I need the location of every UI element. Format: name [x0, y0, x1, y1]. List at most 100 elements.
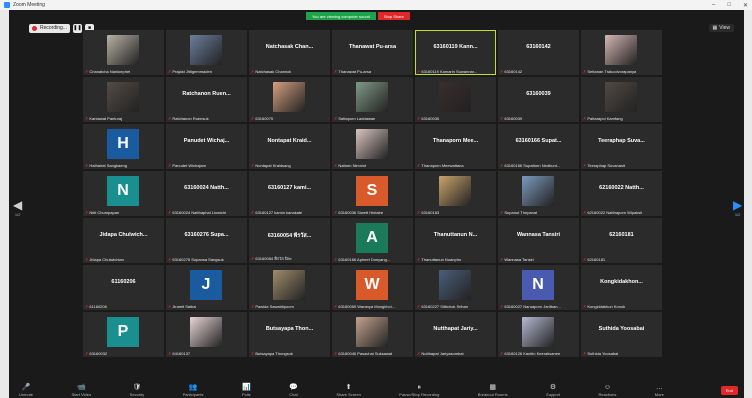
participant-tile[interactable]: ✗ Kantawat Panturaj [83, 77, 164, 122]
participant-tile[interactable]: Jidapa Chulwich... ✗ Jidapa Chulwichian [83, 218, 164, 263]
toolbar-polls-button[interactable]: 📊 Polls [242, 383, 251, 397]
toolbar-share-screen-button[interactable]: ⬆ Share Screen [336, 383, 360, 397]
participant-photo [605, 35, 637, 65]
participant-tile[interactable]: 63160127 kami... ✗ 63160127 kamin kanakate [249, 171, 330, 216]
participant-tile[interactable]: ✗ Pawida Sawatdipoom [249, 265, 330, 310]
muted-mic-icon: ✗ [583, 210, 587, 215]
participant-tile[interactable]: ✗ 63160075 [249, 77, 330, 122]
participant-name: 63160027 Naruaporn Jaritban... [504, 304, 561, 309]
participant-tile[interactable]: Natchasak Chan... ✗ Natchasak Channok [249, 30, 330, 75]
window-title: Zoom Meeting [13, 2, 45, 8]
participant-tile[interactable]: 63160166 Supat... ✗ 63160166 Supattorn Ned… [498, 124, 579, 169]
window-controls: – □ ✕ [712, 0, 748, 10]
participant-name: 63160119 Kamarin Suwannar... [421, 69, 478, 74]
toolbar-reactions-button[interactable]: ☺ Reactions [599, 383, 617, 397]
toolbar-participants-button[interactable]: 👥 Participants [183, 383, 204, 397]
toolbar-security-button[interactable]: 🛡 Security [130, 383, 144, 397]
next-page-button[interactable]: ▶ 1/2 [733, 198, 742, 217]
participant-tile[interactable]: ✗ Prajakt Jittigemmaden [166, 30, 247, 75]
participant-tile[interactable]: ✗ 63160046 Pasachai Suksawat [332, 312, 413, 357]
participant-tile[interactable]: Butsayapa Thon... ✗ Butsayapa Thongsuk [249, 312, 330, 357]
participant-photo [522, 317, 554, 347]
toolbar-start-video-button[interactable]: 📹 Start Video [71, 383, 91, 397]
title-bar: Zoom Meeting – □ ✕ [0, 0, 752, 10]
participant-tile[interactable]: N ✗ Nitit Chumpapan [83, 171, 164, 216]
participant-tile[interactable]: J ✗ Jiramit Saibal [166, 265, 247, 310]
participant-name: 63160036 Siwett Hintaire [338, 210, 384, 215]
participant-name: Kongkidakhun Konok [587, 304, 626, 309]
toolbar-unmute-button[interactable]: 🎤 Unmute [19, 383, 33, 397]
muted-mic-icon: ✗ [583, 163, 587, 168]
participant-name-label: ✗ 63160035 [417, 116, 439, 121]
muted-mic-icon: ✗ [500, 351, 504, 356]
participant-tile[interactable]: Teeraphap Suva... ✗ Teeraphap Suvanasit [581, 124, 662, 169]
participant-tile[interactable]: ✗ Sattaporn Laddawan [332, 77, 413, 122]
participant-name: Wannasa Tansiri [504, 257, 534, 262]
pause-recording-button[interactable]: ❚❚ [72, 23, 82, 33]
stop-share-button[interactable]: Stop Share [377, 12, 410, 20]
participant-tile[interactable]: ✗ Chanatcha Narkkephet [83, 30, 164, 75]
previous-page-button[interactable]: ◀ 1/2 [13, 198, 22, 217]
participant-display-name: Nontapat Kraid... [267, 138, 312, 144]
toolbar-pause-stop-recording-button[interactable]: ⏸ Pause/Stop Recording [399, 383, 439, 397]
participant-tile[interactable]: S ✗ 63160036 Siwett Hintaire [332, 171, 413, 216]
participant-tile[interactable]: P ✗ 63160032 [83, 312, 164, 357]
participant-tile[interactable]: ✗ Pattarapol Kamfang [581, 77, 662, 122]
participant-tile[interactable]: Nutthapat Jariy... ✗ Nutthapat Jariyasomba… [415, 312, 496, 357]
close-button[interactable]: ✕ [743, 2, 748, 9]
participant-tile[interactable]: ✗ Nattorn Nimnint [332, 124, 413, 169]
participant-tile[interactable]: Wannasa Tansiri ✗ Wannasa Tansiri [498, 218, 579, 263]
muted-mic-icon: ✗ [583, 69, 587, 74]
participant-tile[interactable]: 62160181 ✗ 62160181 [581, 218, 662, 263]
participant-photo [605, 82, 637, 112]
muted-mic-icon: ✗ [417, 163, 421, 168]
participant-tile[interactable]: ✗ Supanut Thepanat [498, 171, 579, 216]
participant-tile[interactable]: 63160039 ✗ 63160039 [498, 77, 579, 122]
muted-mic-icon: ✗ [168, 210, 172, 215]
participant-tile[interactable]: 63160054 พีรวัส... ✗ 63160054 พีรวัส ปิยะ [249, 218, 330, 263]
participant-tile[interactable]: ✗ Settanan Trakoolvorapanya [581, 30, 662, 75]
participant-tile[interactable]: Panudet Wichaj... ✗ Panudet Wichajarn [166, 124, 247, 169]
toolbar-more-button[interactable]: … More [655, 383, 664, 397]
participant-tile[interactable]: H ✗ Hathairat Sangkaeng [83, 124, 164, 169]
toolbar-breakout-rooms-button[interactable]: ▦ Breakout Rooms [478, 383, 508, 397]
minimize-button[interactable]: – [712, 2, 715, 8]
participant-tile[interactable]: ✗ 64160137 [166, 312, 247, 357]
participant-display-name: 63160054 พีรวัส... [267, 233, 312, 239]
participant-tile[interactable]: Suthida Yoosabai ✗ Suthida Yoosabai [581, 312, 662, 357]
participant-tile[interactable]: 61160206 ✗ 61160206 [83, 265, 164, 310]
participant-tile[interactable]: 62160022 Natth... ✗ 62160022 Natthaporn Wi… [581, 171, 662, 216]
maximize-button[interactable]: □ [727, 2, 731, 8]
participant-tile[interactable]: 63160142 ✗ 63160142 [498, 30, 579, 75]
muted-mic-icon: ✗ [85, 351, 89, 356]
participant-tile[interactable]: 63160276 Supa... ✗ 63160276 Supansa Sangsu… [166, 218, 247, 263]
end-meeting-button[interactable]: End [720, 386, 738, 395]
participant-tile[interactable]: Thanaporn Mee... ✗ Thanaporn Meewattana [415, 124, 496, 169]
participant-tile[interactable]: A ✗ 63160166 Apheet Donyang... [332, 218, 413, 263]
participant-tile[interactable]: N ✗ 63160027 Naruaporn Jaritban... [498, 265, 579, 310]
participant-tile[interactable]: Ratchanon Ruen... ✗ Ratchanon Ruensuk [166, 77, 247, 122]
muted-mic-icon: ✗ [85, 69, 89, 74]
participant-tile[interactable]: Thanawat Pu-arsa ✗ Thanawat Pu-arsa [332, 30, 413, 75]
participant-tile[interactable]: Thanuttanun N... ✗ Thanuttanun Nuanpho [415, 218, 496, 263]
participant-tile[interactable]: ✗ 63160163 [415, 171, 496, 216]
toolbar-support-button[interactable]: ⚙ Support [546, 383, 560, 397]
muted-mic-icon: ✗ [334, 116, 338, 121]
participant-tile[interactable]: ✗ 63160126 Kanitin Keeratisanee [498, 312, 579, 357]
participant-name-label: ✗ 63160024 Natthaphal Liowicht [168, 210, 226, 215]
participant-photo [439, 270, 471, 300]
participant-tile[interactable]: ✗ 63160035 [415, 77, 496, 122]
participant-name-label: ✗ Pawida Sawatdipoom [251, 304, 294, 309]
participant-tile[interactable]: Nontapat Kraid... ✗ Nontapat Kraidsang [249, 124, 330, 169]
toolbar-label: More [654, 392, 664, 397]
toolbar-chat-button[interactable]: 💬 Chat [289, 383, 298, 397]
participant-tile[interactable]: ✗ 63160227 Sittichok Sriban [415, 265, 496, 310]
participant-name-label: ✗ 63160163 [417, 210, 439, 215]
participant-tile[interactable]: W ✗ 63160059 Waranya Mongkhol... [332, 265, 413, 310]
participant-name: Nitit Chumpapan [89, 210, 120, 215]
participant-tile[interactable]: 63160119 Kann... ✗ 63160119 Kamarin Suwann… [415, 30, 496, 75]
participant-tile[interactable]: 63160024 Natth... ✗ 63160024 Natthaphal Li… [166, 171, 247, 216]
view-button[interactable]: ▦ View [708, 24, 734, 32]
participant-tile[interactable]: Kongkidakhon... ✗ Kongkidakhun Konok [581, 265, 662, 310]
participant-photo [439, 82, 471, 112]
